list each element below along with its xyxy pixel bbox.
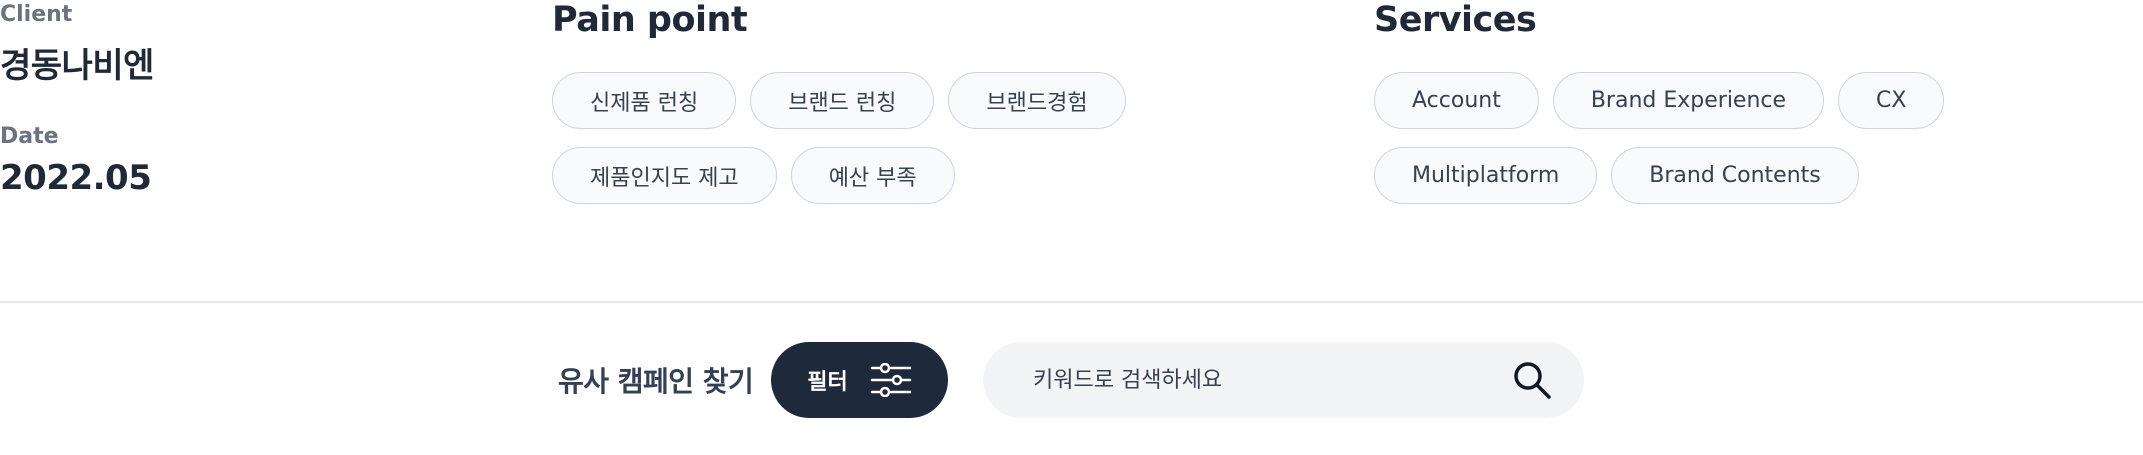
filter-button[interactable]: 필터 (771, 342, 948, 418)
section-divider (0, 301, 2143, 303)
filter-button-label: 필터 (807, 370, 848, 395)
project-summary: Client 경동나비엔 Date 2022.05 Pain point 신제품… (0, 0, 2143, 303)
search-input[interactable] (1033, 342, 1463, 418)
pain-point-chips: 신제품 런칭 브랜드 런칭 브랜드경험 제품인지도 제고 예산 부족 (552, 72, 1252, 222)
pain-point-title: Pain point (552, 0, 748, 40)
pain-point-chip[interactable]: 브랜드경험 (948, 72, 1126, 129)
client-value: 경동나비엔 (0, 46, 154, 86)
service-chip[interactable]: Account (1374, 72, 1539, 129)
search-icon[interactable] (1512, 360, 1552, 400)
service-chip[interactable]: Multiplatform (1374, 147, 1598, 204)
services-title: Services (1374, 0, 1537, 40)
date-label: Date (0, 124, 59, 149)
similar-campaign-title: 유사 캠페인 찾기 (558, 365, 754, 398)
client-label: Client (0, 2, 73, 27)
pain-point-chip[interactable]: 신제품 런칭 (552, 72, 737, 129)
pain-point-chip[interactable]: 제품인지도 제고 (552, 147, 777, 204)
sliders-icon (870, 363, 911, 397)
pain-point-chip[interactable]: 브랜드 런칭 (750, 72, 935, 129)
date-value: 2022.05 (0, 158, 152, 198)
service-chip[interactable]: Brand Contents (1611, 147, 1859, 204)
pain-point-chip[interactable]: 예산 부족 (790, 147, 955, 204)
services-chips: Account Brand Experience CX Multiplatfor… (1374, 72, 2074, 222)
service-chip[interactable]: CX (1838, 72, 1945, 129)
search-box (983, 342, 1584, 418)
campaign-search-bar: 유사 캠페인 찾기 필터 (0, 342, 2143, 418)
service-chip[interactable]: Brand Experience (1552, 72, 1825, 129)
